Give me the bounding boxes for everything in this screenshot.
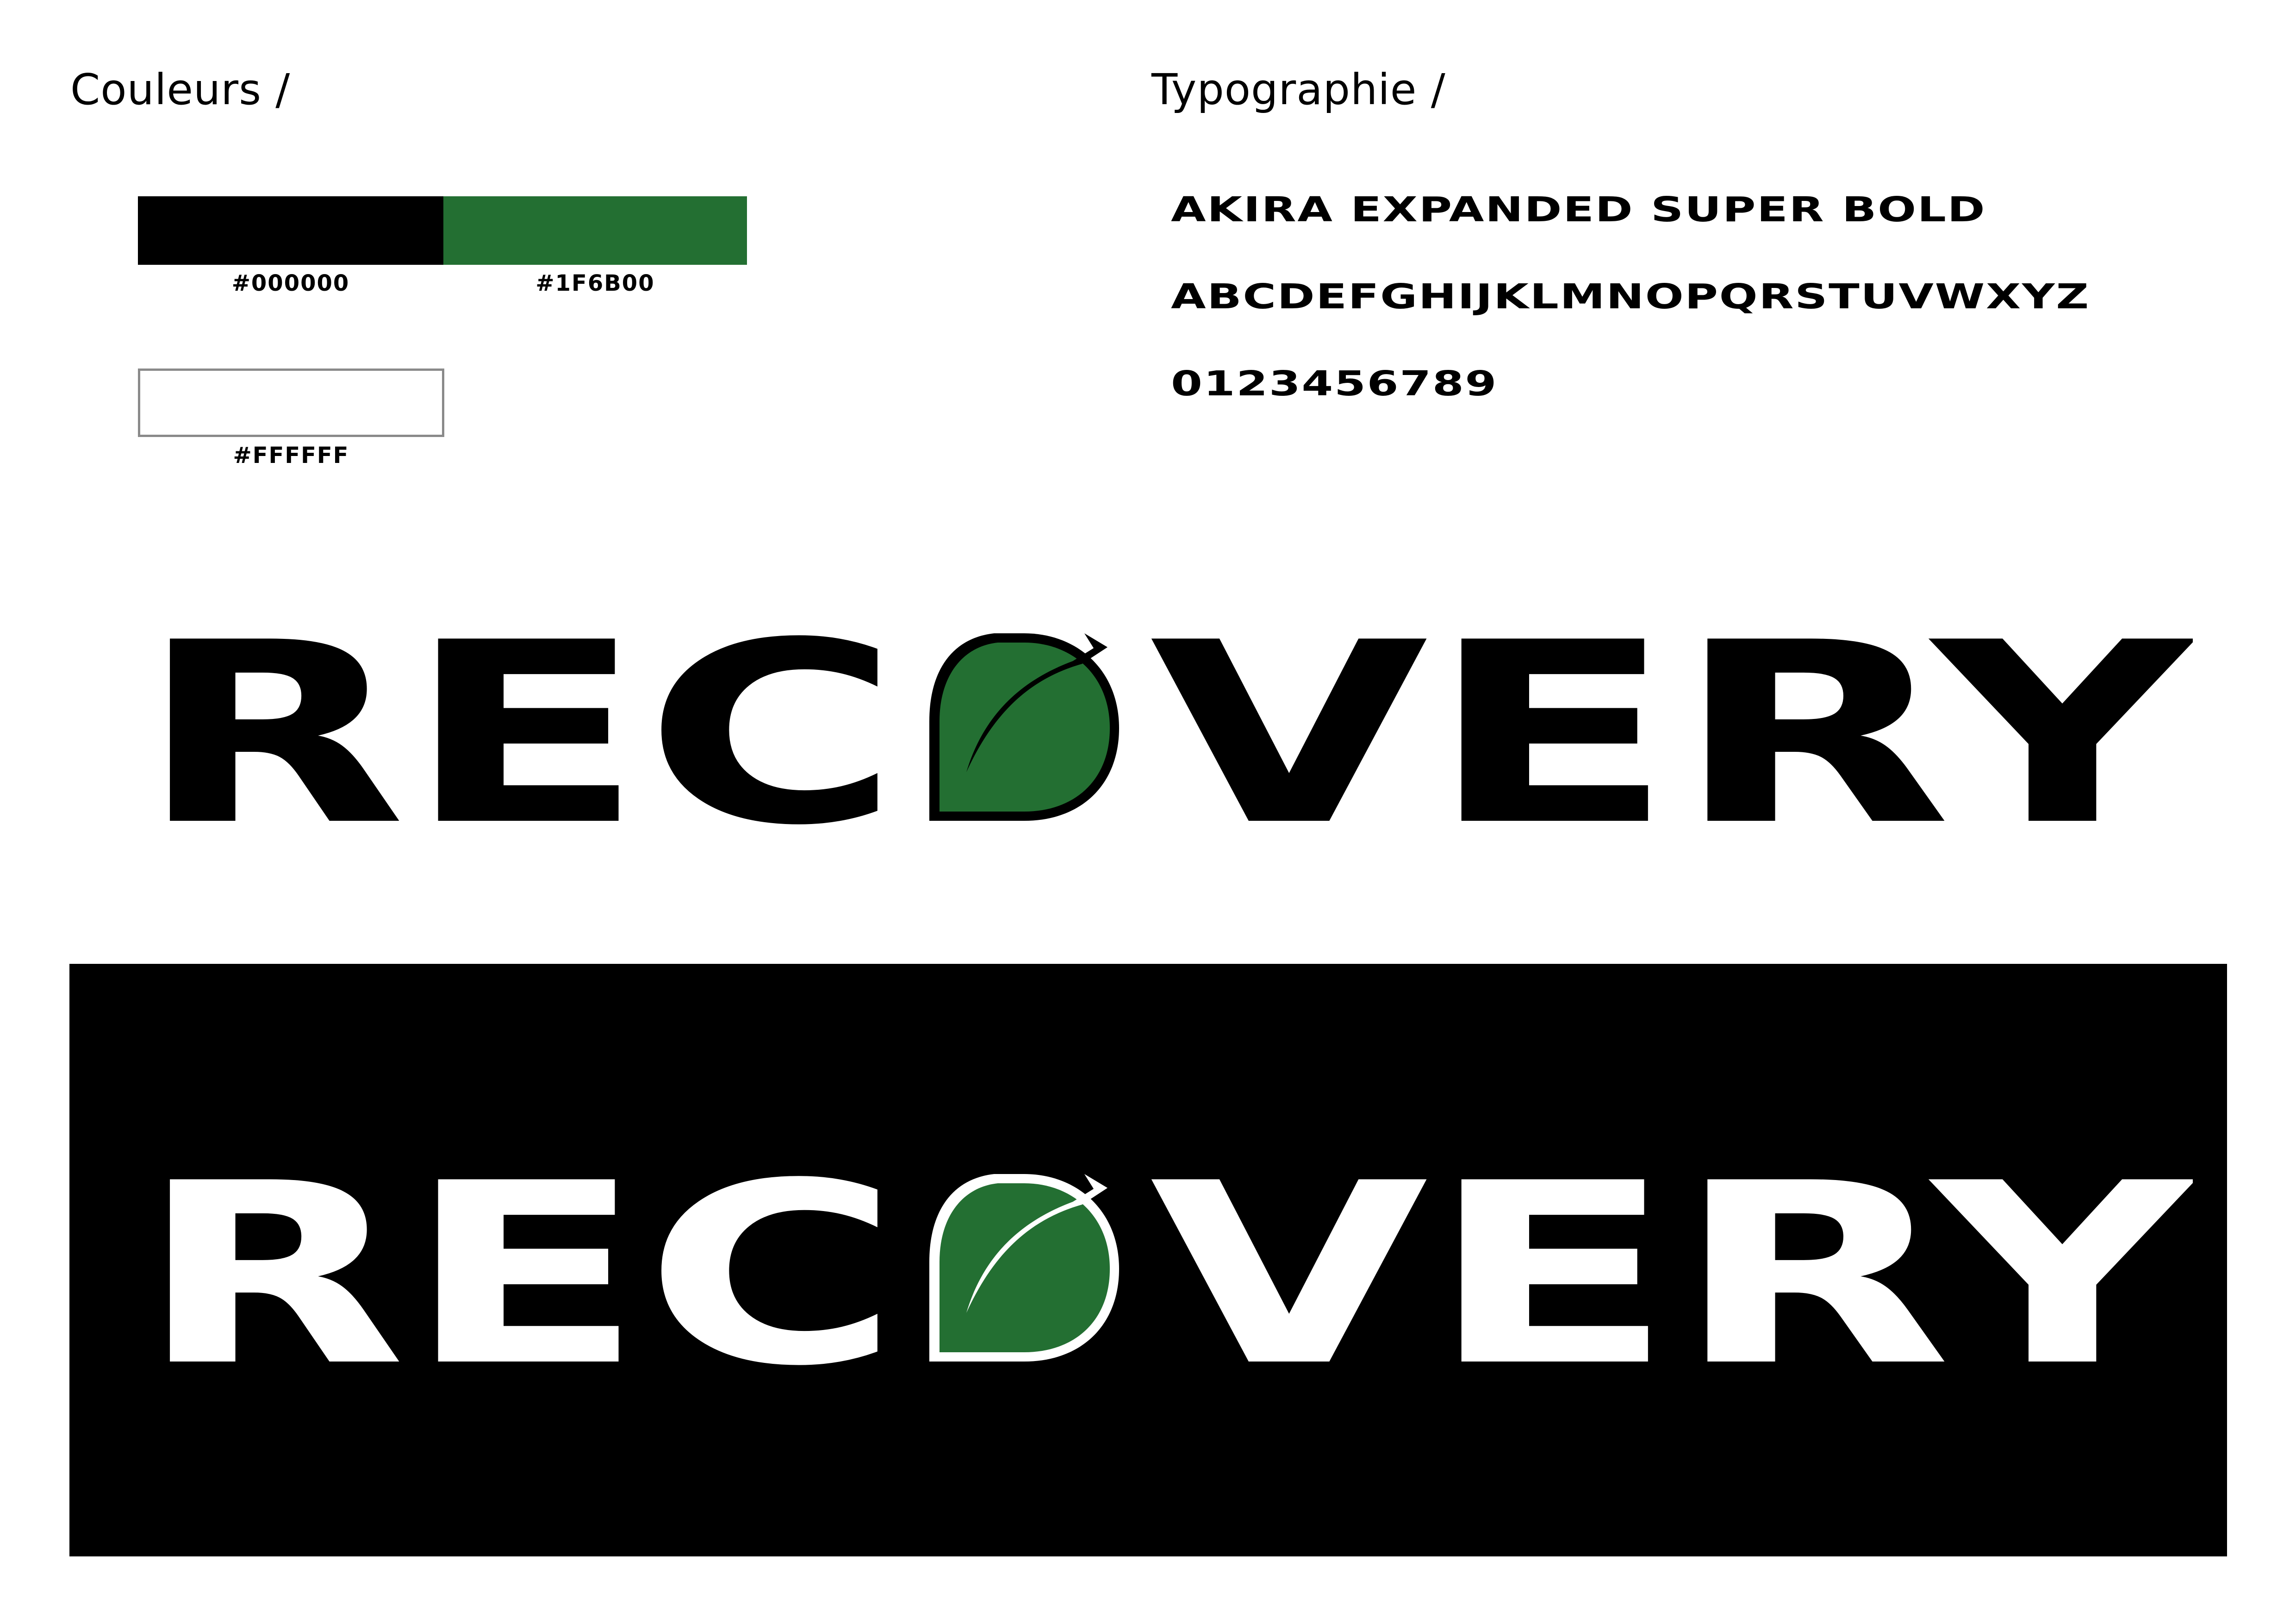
leaf-icon-dark (929, 1174, 1119, 1362)
logo-light: REC VERY (138, 624, 2193, 828)
font-name: AKIRA EXPANDED SUPER BOLD (1171, 190, 1986, 230)
logo-light-text-right: VERY (1150, 624, 2193, 828)
swatch-black-label: #000000 (231, 270, 350, 296)
font-alphabet-sample: ABCDEFGHIJKLMNOPQRSTUVWXYZ (1171, 277, 2090, 317)
font-digits-sample: 0123456789 (1171, 364, 1498, 404)
logo-dark-panel: REC VERY (69, 964, 2227, 1556)
logo-dark-text-left: REC (138, 1165, 900, 1368)
swatch-black (138, 196, 443, 265)
logo-dark-svg: REC VERY (138, 1165, 2193, 1368)
logo-dark-text-right: VERY (1150, 1165, 2193, 1368)
logo-light-svg: REC VERY (138, 624, 2193, 828)
swatch-green (443, 196, 747, 265)
swatch-white-label: #FFFFFF (233, 444, 349, 463)
swatch-white-label-clip: #FFFFFF (138, 444, 444, 463)
swatch-white (138, 369, 444, 437)
typography-heading: Typographie / (1151, 65, 1446, 114)
swatch-green-label: #1F6B00 (535, 270, 655, 296)
logo-dark: REC VERY (138, 1165, 2193, 1368)
colors-heading: Couleurs / (70, 65, 291, 114)
logo-light-text-left: REC (138, 624, 900, 828)
leaf-icon (929, 633, 1119, 821)
